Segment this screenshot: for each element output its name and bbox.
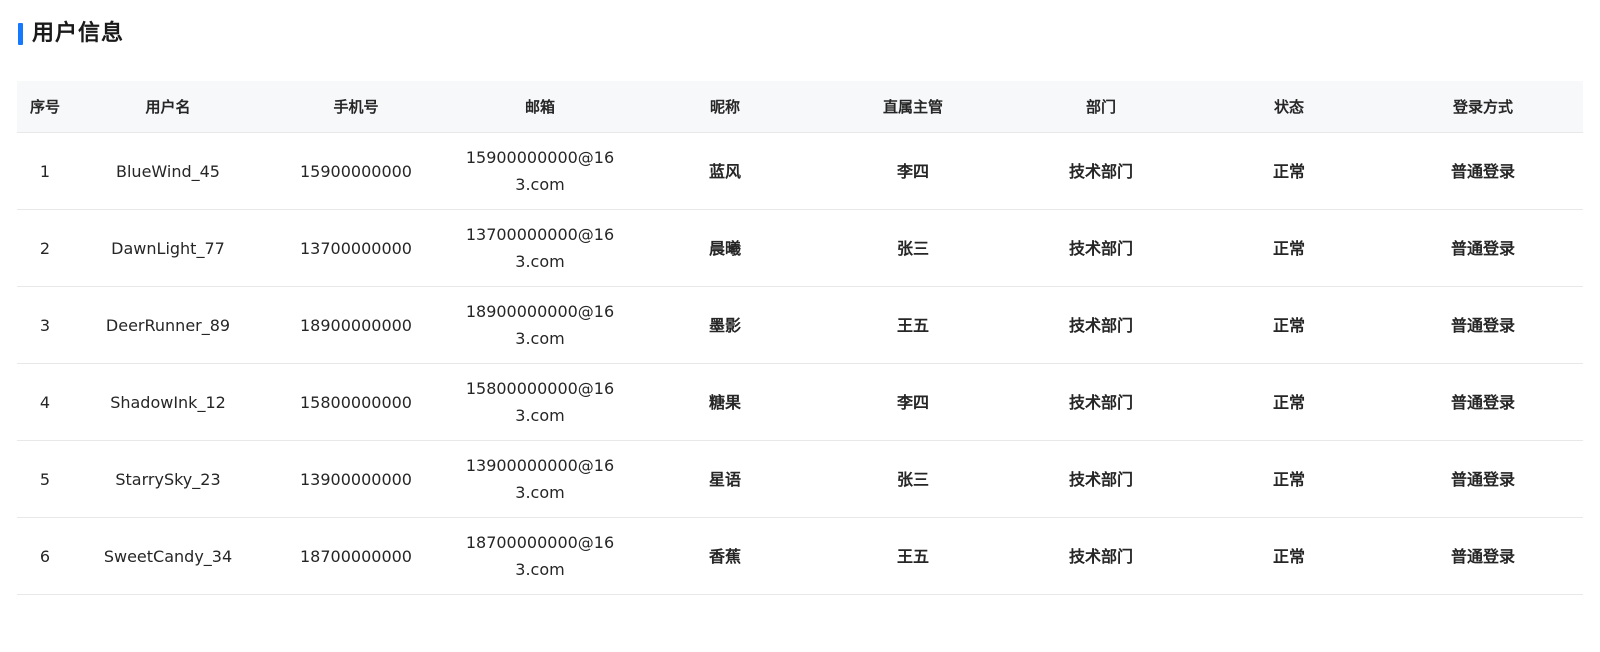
cell-username: SweetCandy_34: [73, 517, 263, 595]
cell-status: 正常: [1195, 517, 1383, 595]
cell-login-method: 普通登录: [1383, 363, 1583, 441]
cell-phone: 13900000000: [263, 440, 449, 518]
cell-index: 2: [17, 209, 73, 287]
cell-email: 13700000000@163.com: [449, 209, 631, 287]
cell-index: 1: [17, 132, 73, 210]
user-info-table: 序号 用户名 手机号 邮箱 昵称 直属主管 部门 状态 登录方式 1 BlueW…: [17, 81, 1583, 595]
cell-login-method: 普通登录: [1383, 517, 1583, 595]
cell-status: 正常: [1195, 209, 1383, 287]
cell-login-method: 普通登录: [1383, 440, 1583, 518]
cell-phone: 15800000000: [263, 363, 449, 441]
table-header-row: 序号 用户名 手机号 邮箱 昵称 直属主管 部门 状态 登录方式: [17, 81, 1583, 133]
cell-email: 18700000000@163.com: [449, 517, 631, 595]
cell-login-method: 普通登录: [1383, 132, 1583, 210]
cell-status: 正常: [1195, 132, 1383, 210]
cell-index: 6: [17, 517, 73, 595]
table-row: 1 BlueWind_45 15900000000 15900000000@16…: [17, 132, 1583, 210]
cell-manager: 张三: [819, 209, 1007, 287]
cell-manager: 张三: [819, 440, 1007, 518]
cell-username: DeerRunner_89: [73, 286, 263, 364]
cell-username: ShadowInk_12: [73, 363, 263, 441]
cell-index: 4: [17, 363, 73, 441]
table-row: 2 DawnLight_77 13700000000 13700000000@1…: [17, 209, 1583, 287]
cell-email: 13900000000@163.com: [449, 440, 631, 518]
cell-manager: 李四: [819, 132, 1007, 210]
column-header-phone: 手机号: [263, 81, 449, 133]
cell-status: 正常: [1195, 440, 1383, 518]
cell-department: 技术部门: [1007, 286, 1195, 364]
cell-department: 技术部门: [1007, 440, 1195, 518]
cell-department: 技术部门: [1007, 132, 1195, 210]
column-header-manager: 直属主管: [819, 81, 1007, 133]
column-header-login-method: 登录方式: [1383, 81, 1583, 133]
cell-email: 18900000000@163.com: [449, 286, 631, 364]
cell-department: 技术部门: [1007, 517, 1195, 595]
section-title: 用户信息: [32, 21, 125, 46]
cell-username: DawnLight_77: [73, 209, 263, 287]
cell-email: 15900000000@163.com: [449, 132, 631, 210]
cell-manager: 王五: [819, 517, 1007, 595]
cell-manager: 李四: [819, 363, 1007, 441]
cell-status: 正常: [1195, 286, 1383, 364]
cell-manager: 王五: [819, 286, 1007, 364]
column-header-department: 部门: [1007, 81, 1195, 133]
table-row: 5 StarrySky_23 13900000000 13900000000@1…: [17, 440, 1583, 518]
cell-phone: 18700000000: [263, 517, 449, 595]
cell-phone: 15900000000: [263, 132, 449, 210]
section-header: 用户信息: [18, 20, 124, 48]
cell-nickname: 晨曦: [631, 209, 819, 287]
cell-username: BlueWind_45: [73, 132, 263, 210]
table-row: 3 DeerRunner_89 18900000000 18900000000@…: [17, 286, 1583, 364]
cell-department: 技术部门: [1007, 363, 1195, 441]
cell-nickname: 蓝风: [631, 132, 819, 210]
section-accent-bar: [18, 23, 23, 45]
table-row: 4 ShadowInk_12 15800000000 15800000000@1…: [17, 363, 1583, 441]
column-header-nickname: 昵称: [631, 81, 819, 133]
column-header-index: 序号: [17, 81, 73, 133]
cell-nickname: 香蕉: [631, 517, 819, 595]
cell-phone: 13700000000: [263, 209, 449, 287]
cell-phone: 18900000000: [263, 286, 449, 364]
cell-index: 3: [17, 286, 73, 364]
column-header-username: 用户名: [73, 81, 263, 133]
cell-index: 5: [17, 440, 73, 518]
cell-login-method: 普通登录: [1383, 209, 1583, 287]
table-row: 6 SweetCandy_34 18700000000 18700000000@…: [17, 517, 1583, 595]
cell-department: 技术部门: [1007, 209, 1195, 287]
cell-status: 正常: [1195, 363, 1383, 441]
cell-email: 15800000000@163.com: [449, 363, 631, 441]
user-info-table-container: 序号 用户名 手机号 邮箱 昵称 直属主管 部门 状态 登录方式 1 BlueW…: [17, 81, 1583, 595]
column-header-email: 邮箱: [449, 81, 631, 133]
cell-nickname: 墨影: [631, 286, 819, 364]
cell-username: StarrySky_23: [73, 440, 263, 518]
column-header-status: 状态: [1195, 81, 1383, 133]
cell-login-method: 普通登录: [1383, 286, 1583, 364]
cell-nickname: 糖果: [631, 363, 819, 441]
cell-nickname: 星语: [631, 440, 819, 518]
